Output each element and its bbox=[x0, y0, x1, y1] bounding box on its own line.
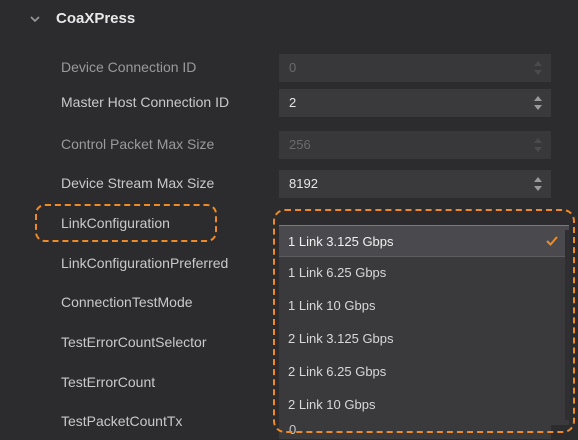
properties-panel: CoaXPress Device Connection ID 0 Master … bbox=[0, 0, 578, 439]
field-value: 2 bbox=[289, 95, 297, 110]
row-device-connection-id: Device Connection ID 0 bbox=[0, 50, 578, 86]
field-value: 0 bbox=[289, 60, 297, 75]
device-connection-id-field: 0 bbox=[279, 54, 551, 82]
spinner-icon[interactable] bbox=[533, 94, 543, 112]
highlight-outline bbox=[273, 209, 575, 433]
row-label: Device Connection ID bbox=[61, 59, 197, 75]
section-title: CoaXPress bbox=[56, 10, 136, 27]
row-label: TestPacketCountTx bbox=[61, 413, 183, 429]
row-label: Master Host Connection ID bbox=[61, 94, 230, 110]
device-stream-max-size-field[interactable]: 8192 bbox=[279, 170, 551, 198]
row-master-host-connection-id: Master Host Connection ID 2 bbox=[0, 85, 578, 121]
chevron-down-icon[interactable] bbox=[28, 12, 42, 26]
field-value: 256 bbox=[289, 137, 311, 152]
spinner-icon bbox=[533, 136, 543, 154]
row-label: LinkConfigurationPreferred bbox=[61, 255, 229, 271]
row-control-packet-max-size: Control Packet Max Size 256 bbox=[0, 127, 578, 163]
row-label: TestErrorCount bbox=[61, 374, 156, 390]
control-packet-max-size-field: 256 bbox=[279, 131, 551, 159]
field-value: 8192 bbox=[289, 176, 318, 191]
row-label: TestErrorCountSelector bbox=[61, 334, 207, 350]
row-label: Control Packet Max Size bbox=[61, 136, 215, 152]
row-label: ConnectionTestMode bbox=[61, 294, 193, 310]
section-header-coaxpress[interactable]: CoaXPress bbox=[0, 0, 578, 40]
highlight-outline bbox=[35, 204, 217, 242]
row-label: Device Stream Max Size bbox=[61, 175, 215, 191]
spinner-icon[interactable] bbox=[533, 175, 543, 193]
master-host-connection-id-field[interactable]: 2 bbox=[279, 89, 551, 117]
spinner-icon bbox=[533, 59, 543, 77]
row-device-stream-max-size: Device Stream Max Size 8192 bbox=[0, 166, 578, 202]
